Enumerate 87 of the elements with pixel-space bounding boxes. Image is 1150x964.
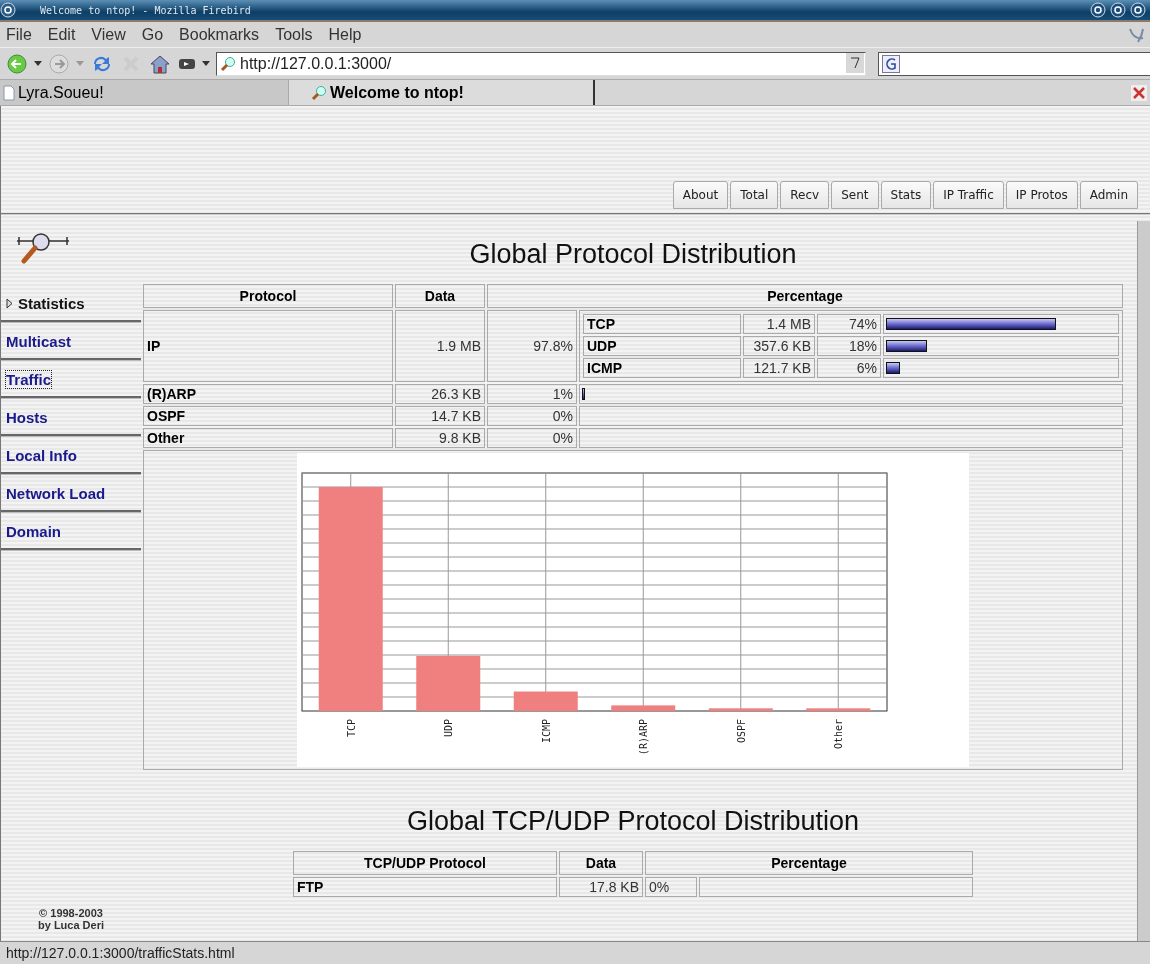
close-icon[interactable] xyxy=(1131,84,1147,101)
section-title: Global Protocol Distribution xyxy=(469,239,797,270)
axis-label: UDP xyxy=(443,719,455,738)
dropdown-icon[interactable] xyxy=(34,60,42,67)
nav-tab[interactable]: About xyxy=(672,181,729,209)
nav-tab[interactable]: IP Protos xyxy=(1005,181,1078,209)
table-cell: ICMP xyxy=(583,358,741,378)
axis-label: OSPF xyxy=(735,719,747,744)
table-cell: 1.9 MB xyxy=(395,310,485,382)
window-title: Welcome to ntop! - Mozilla Firebird xyxy=(40,4,252,16)
menu-item[interactable]: Bookmarks xyxy=(179,25,260,44)
window-button-icon[interactable] xyxy=(0,2,16,18)
menu-item[interactable]: File xyxy=(6,25,32,44)
sidebar-heading[interactable]: Statistics xyxy=(1,285,141,323)
table-cell: Other xyxy=(143,428,393,448)
sidebar-link[interactable]: Domain xyxy=(1,513,141,551)
column-header: Protocol xyxy=(143,284,393,308)
table-cell: 1% xyxy=(487,384,577,404)
table-cell: 26.3 KB xyxy=(395,384,485,404)
menu-item[interactable]: Go xyxy=(141,25,164,44)
copyright-text: by Luca Deri xyxy=(37,919,105,931)
sidebar-link[interactable]: Local Info xyxy=(1,437,141,475)
nav-tab[interactable]: IP Traffic xyxy=(933,181,1004,209)
table-cell: 74% xyxy=(817,314,881,334)
dropdown-icon[interactable] xyxy=(846,52,864,73)
browser-tab[interactable]: Lyra.Soueu! xyxy=(0,80,289,105)
browser-tab[interactable]: Welcome to ntop! xyxy=(289,80,595,105)
status-text: http://127.0.0.1:3000/trafficStats.html xyxy=(0,941,1150,964)
menu-item[interactable]: Tools xyxy=(275,25,313,44)
table-cell: 17.8 KB xyxy=(559,877,643,897)
search-field[interactable] xyxy=(878,51,1150,76)
column-header: Data xyxy=(395,284,485,308)
axis-label: (R)ARP xyxy=(638,719,650,756)
sidebar-link[interactable]: Multicast xyxy=(1,323,141,361)
scrollbar[interactable] xyxy=(1137,221,1150,941)
column-header: TCP/UDP Protocol xyxy=(293,851,557,875)
table-cell: 14.7 KB xyxy=(395,406,485,426)
column-header: Data xyxy=(559,851,643,875)
chart-bar xyxy=(708,708,773,711)
nav-tab[interactable]: Recv xyxy=(780,181,830,209)
table-cell: UDP xyxy=(583,336,741,356)
table-cell: TCP xyxy=(583,314,741,334)
window-button-icon[interactable] xyxy=(1110,2,1126,18)
chart-bar xyxy=(806,708,871,711)
axis-label: Other xyxy=(833,719,845,750)
axis-label: TCP xyxy=(345,719,357,738)
back-icon[interactable] xyxy=(6,52,28,75)
table-cell: IP xyxy=(143,310,393,382)
window-button-icon[interactable] xyxy=(1090,2,1106,18)
section-title: Global TCP/UDP Protocol Distribution xyxy=(406,806,860,837)
table-cell: 0% xyxy=(487,428,577,448)
nav-tab[interactable]: Admin xyxy=(1079,181,1138,209)
table-cell: 18% xyxy=(817,336,881,356)
nav-tab[interactable]: Total xyxy=(730,181,779,209)
column-header: Percentage xyxy=(487,284,1123,308)
sidebar-link[interactable]: Hosts xyxy=(1,399,141,437)
table-cell: (R)ARP xyxy=(143,384,393,404)
table-cell: 97.8% xyxy=(487,310,577,382)
table-cell: 6% xyxy=(817,358,881,378)
window-button-icon[interactable] xyxy=(1130,2,1146,18)
sidebar-link[interactable]: Network Load xyxy=(1,475,141,513)
copyright-text: © 1998-2003 xyxy=(38,907,104,919)
nav-tab[interactable]: Stats xyxy=(880,181,932,209)
table-cell: 0% xyxy=(645,877,697,897)
table-cell: 357.6 KB xyxy=(743,336,815,356)
menu-item[interactable]: Edit xyxy=(47,25,76,44)
magnifier-icon xyxy=(220,55,236,72)
menu-item[interactable]: Help xyxy=(328,25,362,44)
address-field[interactable]: http://127.0.0.1:3000/ xyxy=(216,51,866,76)
column-header: Percentage xyxy=(645,851,973,875)
table-cell: 1.4 MB xyxy=(743,314,815,334)
axis-label: ICMP xyxy=(540,719,552,744)
table-cell: 121.7 KB xyxy=(743,358,815,378)
table-cell: 0% xyxy=(487,406,577,426)
search-engine-icon xyxy=(882,54,900,73)
menu-item[interactable]: View xyxy=(91,25,126,44)
table-cell: 9.8 KB xyxy=(395,428,485,448)
table-cell: OSPF xyxy=(143,406,393,426)
chart-bar xyxy=(611,705,676,711)
chart-bar xyxy=(416,655,481,711)
table-cell: FTP xyxy=(293,877,557,897)
nav-tab[interactable]: Sent xyxy=(831,181,879,209)
triangle-icon xyxy=(6,298,13,309)
sidebar-link[interactable]: Traffic xyxy=(1,361,141,399)
dropdown-icon[interactable] xyxy=(202,60,210,67)
page-icon xyxy=(3,84,15,101)
magnifier-icon xyxy=(311,84,327,101)
